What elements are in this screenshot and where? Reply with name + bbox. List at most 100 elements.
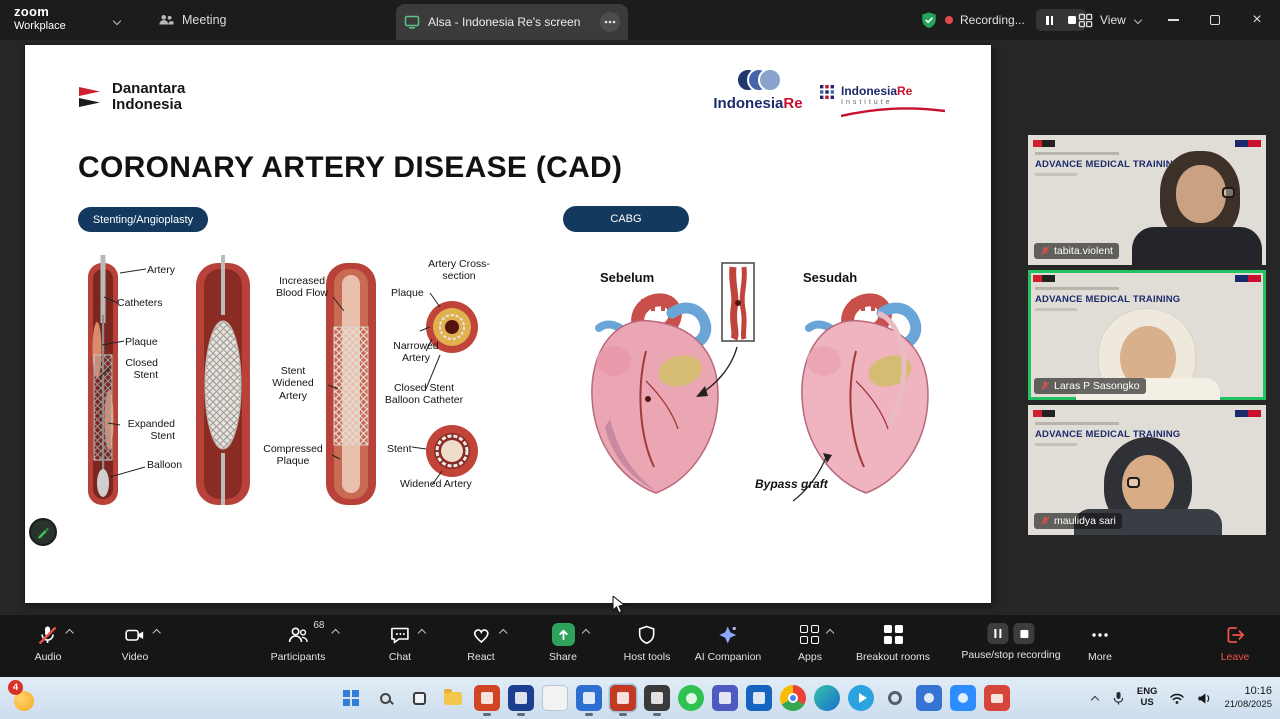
tab-screen-share[interactable]: Alsa - Indonesia Re's screen — [396, 4, 628, 40]
share-button[interactable]: Share — [549, 623, 577, 663]
audio-options-chevron[interactable] — [65, 626, 75, 636]
participants-label: Participants — [271, 651, 326, 663]
participant-tile-laras-active-speaker[interactable]: ADVANCE MEDICAL TRAINING Laras P Sasongk… — [1028, 270, 1266, 400]
video-button[interactable]: Video — [122, 623, 149, 663]
telegram-icon[interactable] — [848, 685, 874, 711]
search-icon[interactable] — [372, 685, 398, 711]
video-options-chevron[interactable] — [152, 626, 162, 636]
danantara-logo: Danantara Indonesia — [77, 81, 185, 113]
host-tools-button[interactable]: Host tools — [624, 623, 671, 663]
participants-options-chevron[interactable] — [330, 626, 340, 636]
leave-label: Leave — [1221, 651, 1250, 663]
language-indicator[interactable]: ENG US — [1137, 687, 1158, 709]
app-icon-dark[interactable] — [644, 685, 670, 711]
chat-options-chevron[interactable] — [417, 626, 427, 636]
teams-icon[interactable] — [712, 685, 738, 711]
bg-slide-title: ADVANCE MEDICAL TRAINING — [1035, 294, 1180, 305]
share-options-chevron[interactable] — [581, 626, 591, 636]
photos-icon[interactable] — [916, 685, 942, 711]
app-icon-red[interactable] — [474, 685, 500, 711]
start-icon[interactable] — [338, 685, 364, 711]
cabg-button: CABG — [563, 206, 689, 232]
institute-dots-icon — [820, 85, 834, 99]
participant-shoulders — [1132, 227, 1262, 265]
wifi-icon[interactable] — [1169, 692, 1185, 705]
react-options-chevron[interactable] — [498, 626, 508, 636]
security-shield-icon[interactable] — [920, 11, 938, 29]
screen-tab-more-icon[interactable] — [600, 12, 620, 32]
participants-button[interactable]: 68 Participants — [271, 623, 326, 663]
label-compressed-plaque: Compressed Plaque — [253, 443, 333, 468]
cabg-diagram — [565, 257, 985, 547]
meeting-main-area: Danantara Indonesia IndonesiaRe Indonesi… — [0, 40, 1280, 615]
task-view-icon[interactable] — [406, 685, 432, 711]
label-plaque-cross: Plaque — [391, 287, 424, 299]
taskbar-app-icons — [338, 685, 1010, 711]
chrome-icon[interactable] — [780, 685, 806, 711]
breakout-rooms-button[interactable]: Breakout rooms — [856, 623, 930, 663]
apps-options-chevron[interactable] — [826, 626, 836, 636]
workspace-chevron-icon[interactable] — [112, 16, 122, 26]
more-dots-icon — [1089, 624, 1111, 646]
notification-badge[interactable]: 4 — [8, 680, 23, 695]
minimize-button[interactable] — [1152, 0, 1194, 40]
audio-button[interactable]: Audio — [35, 623, 62, 663]
bg-text-line — [1035, 422, 1119, 425]
hidden-icons-chevron[interactable] — [1090, 693, 1100, 703]
label-artery: Artery — [147, 264, 175, 276]
settings-icon[interactable] — [882, 685, 908, 711]
more-button[interactable]: More — [1088, 623, 1112, 663]
pause-recording-button[interactable] — [1042, 12, 1058, 28]
participant-tile-tabita[interactable]: ADVANCE MEDICAL TRAINING tabita.violent — [1028, 135, 1266, 265]
file-explorer-icon[interactable] — [440, 685, 466, 711]
bg-logo-left — [1033, 275, 1055, 282]
app-icon-blue[interactable] — [576, 685, 602, 711]
camera-icon — [124, 624, 146, 646]
close-button[interactable]: × — [1236, 0, 1278, 40]
taskbar-date: 21/08/2025 — [1224, 699, 1272, 711]
mail-icon[interactable] — [984, 685, 1010, 711]
zoom-logo-text: zoom — [14, 5, 66, 20]
participant-name-tag: maulidya sari — [1034, 513, 1122, 529]
label-bypass-graft: Bypass graft — [755, 477, 828, 491]
danantara-text-2: Indonesia — [112, 97, 185, 113]
shared-screen-slide: Danantara Indonesia IndonesiaRe Indonesi… — [25, 45, 991, 603]
bg-logo-right — [1235, 410, 1261, 417]
bg-logo-right — [1235, 140, 1261, 147]
tab-meeting-label: Meeting — [182, 13, 226, 27]
mic-muted-icon — [1040, 381, 1050, 391]
tab-meeting[interactable]: Meeting — [158, 0, 226, 40]
zoom-app-icon[interactable] — [950, 685, 976, 711]
volume-icon[interactable] — [1197, 692, 1212, 705]
app-icon-navy[interactable] — [508, 685, 534, 711]
taskbar-clock[interactable]: 10:16 21/08/2025 — [1224, 685, 1272, 711]
leave-button[interactable]: Leave — [1221, 623, 1250, 663]
tray-mic-icon[interactable] — [1112, 691, 1125, 706]
mic-muted-icon — [1040, 516, 1050, 526]
pause-recording-button[interactable] — [987, 623, 1008, 644]
app-icon-active[interactable] — [610, 685, 636, 711]
recording-dot-icon — [945, 16, 953, 24]
react-button[interactable]: React — [467, 623, 494, 663]
participant-tile-maulidya[interactable]: ADVANCE MEDICAL TRAINING maulidya sari — [1028, 405, 1266, 535]
bg-slide-title: ADVANCE MEDICAL TRAINING — [1035, 159, 1180, 170]
ai-companion-button[interactable]: AI Companion — [695, 623, 762, 663]
label-artery-cross-section: Artery Cross-section — [413, 258, 505, 283]
mouse-cursor — [612, 596, 628, 614]
participant-face — [1176, 165, 1226, 223]
whatsapp-icon[interactable] — [678, 685, 704, 711]
maximize-button[interactable] — [1194, 0, 1236, 40]
view-button[interactable]: View — [1078, 0, 1143, 40]
app-icon-white[interactable] — [542, 685, 568, 711]
stop-recording-button[interactable] — [1013, 623, 1034, 644]
label-stent-widened-artery: Stent Widened Artery — [265, 365, 321, 402]
chat-button[interactable]: Chat — [389, 623, 411, 663]
bg-logo-right — [1235, 275, 1261, 282]
outlook-icon[interactable] — [746, 685, 772, 711]
apps-button[interactable]: Apps — [798, 623, 822, 663]
view-chevron-icon — [1133, 15, 1143, 25]
label-closed-stent: Closed Stent — [110, 357, 158, 382]
edge-icon[interactable] — [814, 685, 840, 711]
danantara-text-1: Danantara — [112, 81, 185, 97]
breakout-rooms-label: Breakout rooms — [856, 651, 930, 663]
